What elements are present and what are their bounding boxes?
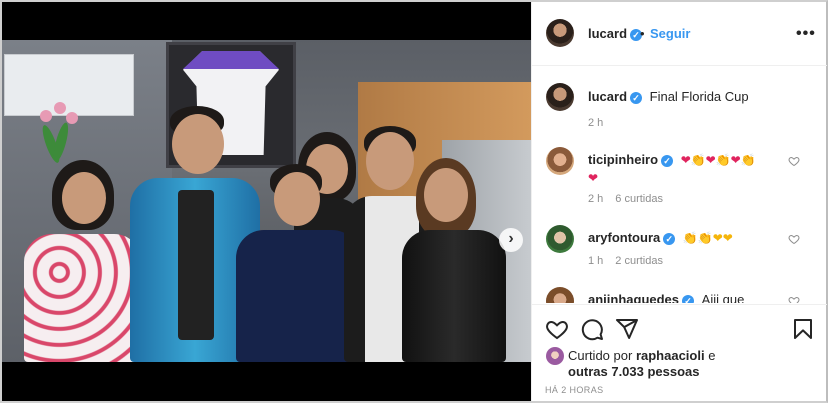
verified-icon: ✓: [682, 294, 695, 303]
follow-button[interactable]: Seguir: [650, 26, 690, 41]
likes-summary[interactable]: Curtido por raphaacioli e outras 7.033 p…: [568, 348, 758, 380]
heart-icon[interactable]: [545, 317, 569, 341]
share-icon[interactable]: [615, 317, 639, 341]
chevron-right-icon[interactable]: ›: [499, 228, 523, 252]
post-media: ›: [2, 2, 531, 401]
comment-text: 👏👏❤❤: [682, 231, 733, 245]
likes-count[interactable]: outras 7.033 pessoas: [568, 364, 700, 379]
heart-icon[interactable]: [788, 233, 800, 245]
heart-icon[interactable]: [788, 155, 800, 167]
comment-time[interactable]: 1 h: [588, 255, 603, 267]
person-woman-puffer: [402, 158, 506, 362]
comment-username[interactable]: aniinhaguedes: [588, 292, 679, 303]
avatar[interactable]: [546, 83, 574, 111]
post-side-panel: lucard ✓ • Seguir ••• lucard ✓ Final Flori…: [531, 2, 827, 401]
caption-text: Final Florida Cup: [649, 89, 749, 104]
verified-icon: ✓: [630, 91, 643, 104]
caption-username[interactable]: lucard: [588, 89, 627, 104]
heart-icon[interactable]: [788, 295, 800, 303]
post-header: lucard ✓ • Seguir •••: [532, 2, 827, 66]
person-boy: [236, 164, 360, 362]
separator-dot: •: [640, 26, 645, 41]
comment-icon[interactable]: [580, 317, 604, 341]
verified-icon: ✓: [663, 232, 676, 245]
avatar[interactable]: [546, 287, 574, 303]
more-options-icon[interactable]: •••: [796, 25, 816, 43]
avatar[interactable]: [546, 347, 564, 365]
post-photo[interactable]: ›: [2, 40, 531, 362]
avatar[interactable]: [546, 225, 574, 253]
comment-text-continued: ❤: [588, 171, 599, 185]
avatar[interactable]: [546, 19, 574, 47]
post-actions: Curtido por raphaacioli e outras 7.033 p…: [532, 304, 827, 401]
comment-likes[interactable]: 6 curtidas: [615, 193, 663, 205]
comments-list[interactable]: lucard ✓ Final Florida Cup 2 h ticipinhei…: [532, 67, 827, 303]
comment-time[interactable]: 2 h: [588, 193, 603, 205]
liked-by-username[interactable]: raphaacioli: [636, 348, 705, 363]
avatar[interactable]: [546, 147, 574, 175]
comment-likes[interactable]: 2 curtidas: [615, 255, 663, 267]
comment-username[interactable]: ticipinheiro: [588, 152, 658, 167]
author-username[interactable]: lucard ✓: [588, 26, 643, 41]
comment-text: ❤👏❤👏❤👏: [680, 153, 756, 167]
verified-icon: ✓: [661, 154, 674, 167]
caption-time: 2 h: [588, 117, 604, 129]
post-timestamp[interactable]: HÁ 2 HORAS: [545, 385, 604, 395]
comment-username[interactable]: aryfontoura: [588, 230, 660, 245]
bookmark-icon[interactable]: [791, 317, 815, 341]
person-woman-left: [24, 160, 142, 362]
